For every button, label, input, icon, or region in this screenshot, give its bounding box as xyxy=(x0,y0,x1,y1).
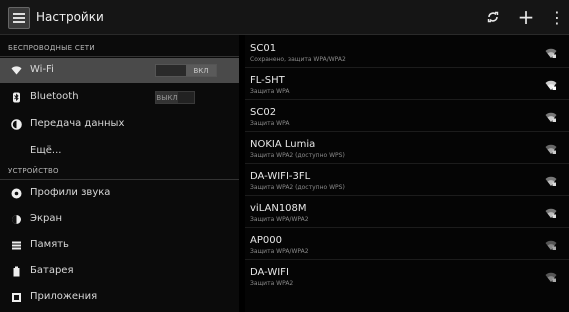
sidebar-item-battery[interactable]: Батарея xyxy=(0,259,239,284)
network-security: Сохранено, защита WPA/WPA2 xyxy=(250,56,346,63)
network-ssid: SC02 xyxy=(250,107,277,118)
sidebar-item-label: Передача данных xyxy=(30,118,125,129)
bluetooth-icon xyxy=(11,92,22,103)
network-item[interactable]: FL-SHT Защита WPA xyxy=(245,72,569,100)
network-item[interactable]: SC02 Защита WPA xyxy=(245,104,569,132)
sync-icon[interactable] xyxy=(476,0,510,34)
sidebar-item-sound[interactable]: Профили звука xyxy=(0,181,239,206)
sidebar-item-label: Память xyxy=(30,239,69,250)
wifi-signal-locked-icon xyxy=(545,240,557,250)
wifi-signal-locked-icon xyxy=(545,80,557,90)
network-item[interactable]: DA-WIFI Защита WPA2 xyxy=(245,264,569,292)
bluetooth-toggle[interactable]: ВЫКЛ xyxy=(155,91,195,104)
wifi-toggle[interactable]: ВКЛ xyxy=(155,64,217,77)
wifi-signal-locked-icon xyxy=(545,48,557,58)
wifi-signal-locked-icon xyxy=(545,208,557,218)
sidebar-item-label: Приложения xyxy=(30,291,98,302)
sidebar-item-label: Bluetooth xyxy=(30,91,79,102)
network-ssid: SC01 xyxy=(250,43,277,54)
battery-icon xyxy=(11,266,22,277)
network-security: Защита WPA/WPA2 xyxy=(250,216,309,223)
wifi-icon xyxy=(11,65,22,76)
sidebar-item-storage[interactable]: Память xyxy=(0,233,239,258)
display-icon xyxy=(11,214,22,225)
page-title: Настройки xyxy=(36,10,104,24)
network-item[interactable]: AP000 Защита WPA/WPA2 xyxy=(245,232,569,260)
sidebar-item-display[interactable]: Экран xyxy=(0,207,239,232)
settings-app-icon[interactable] xyxy=(8,7,30,29)
apps-icon xyxy=(11,292,22,303)
network-security: Защита WPA2 (доступно WPS) xyxy=(250,184,345,191)
network-item[interactable]: DA-WIFI-3FL Защита WPA2 (доступно WPS) xyxy=(245,168,569,196)
add-network-button[interactable]: + xyxy=(512,0,540,34)
wifi-signal-locked-icon xyxy=(545,176,557,186)
network-item[interactable]: NOKIA Lumia Защита WPA2 (доступно WPS) xyxy=(245,136,569,164)
network-ssid: viLAN108M xyxy=(250,203,307,214)
sidebar-item-more[interactable]: Ещё... xyxy=(0,139,239,164)
sidebar-item-label: Wi-Fi xyxy=(30,64,54,75)
sidebar-item-label: Профили звука xyxy=(30,187,111,198)
network-security: Защита WPA2 xyxy=(250,280,294,287)
sidebar-item-label: Экран xyxy=(30,213,63,224)
sidebar-item-data-usage[interactable]: Передача данных xyxy=(0,112,239,137)
network-item[interactable]: SC01 Сохранено, защита WPA/WPA2 xyxy=(245,40,569,68)
wifi-signal-locked-icon xyxy=(545,272,557,282)
network-ssid: NOKIA Lumia xyxy=(250,139,316,150)
network-security: Защита WPA xyxy=(250,88,290,95)
sidebar-item-wifi[interactable]: Wi-Fi ВКЛ xyxy=(0,58,239,83)
sidebar-item-label: Ещё... xyxy=(30,145,62,156)
network-ssid: DA-WIFI-3FL xyxy=(250,171,311,182)
wifi-toggle-state: ВКЛ xyxy=(186,65,216,76)
wifi-network-list: SC01 Сохранено, защита WPA/WPA2 FL-SHT З… xyxy=(245,35,569,312)
settings-sidebar: БЕСПРОВОДНЫЕ СЕТИ Wi-Fi ВКЛ Bluetooth ВЫ… xyxy=(0,35,239,312)
action-bar: Настройки + ⋮ xyxy=(0,0,569,35)
wifi-signal-locked-icon xyxy=(545,112,557,122)
network-security: Защита WPA/WPA2 xyxy=(250,248,309,255)
section-header-device: УСТРОЙСТВО xyxy=(0,164,239,180)
network-ssid: DA-WIFI xyxy=(250,267,289,278)
sound-icon xyxy=(11,188,22,199)
data-usage-icon xyxy=(11,119,22,130)
bluetooth-toggle-state: ВЫКЛ xyxy=(156,92,178,103)
network-security: Защита WPA xyxy=(250,120,290,127)
network-ssid: AP000 xyxy=(250,235,282,246)
network-ssid: FL-SHT xyxy=(250,75,285,86)
sidebar-item-label: Батарея xyxy=(30,265,74,276)
section-header-wireless: БЕСПРОВОДНЫЕ СЕТИ xyxy=(0,41,239,57)
sidebar-item-apps[interactable]: Приложения xyxy=(0,285,239,310)
sidebar-item-bluetooth[interactable]: Bluetooth ВЫКЛ xyxy=(0,85,239,110)
overflow-menu-button[interactable]: ⋮ xyxy=(548,0,566,34)
network-item[interactable]: viLAN108M Защита WPA/WPA2 xyxy=(245,200,569,228)
network-security: Защита WPA2 (доступно WPS) xyxy=(250,152,345,159)
storage-icon xyxy=(11,240,22,251)
wifi-signal-locked-icon xyxy=(545,144,557,154)
